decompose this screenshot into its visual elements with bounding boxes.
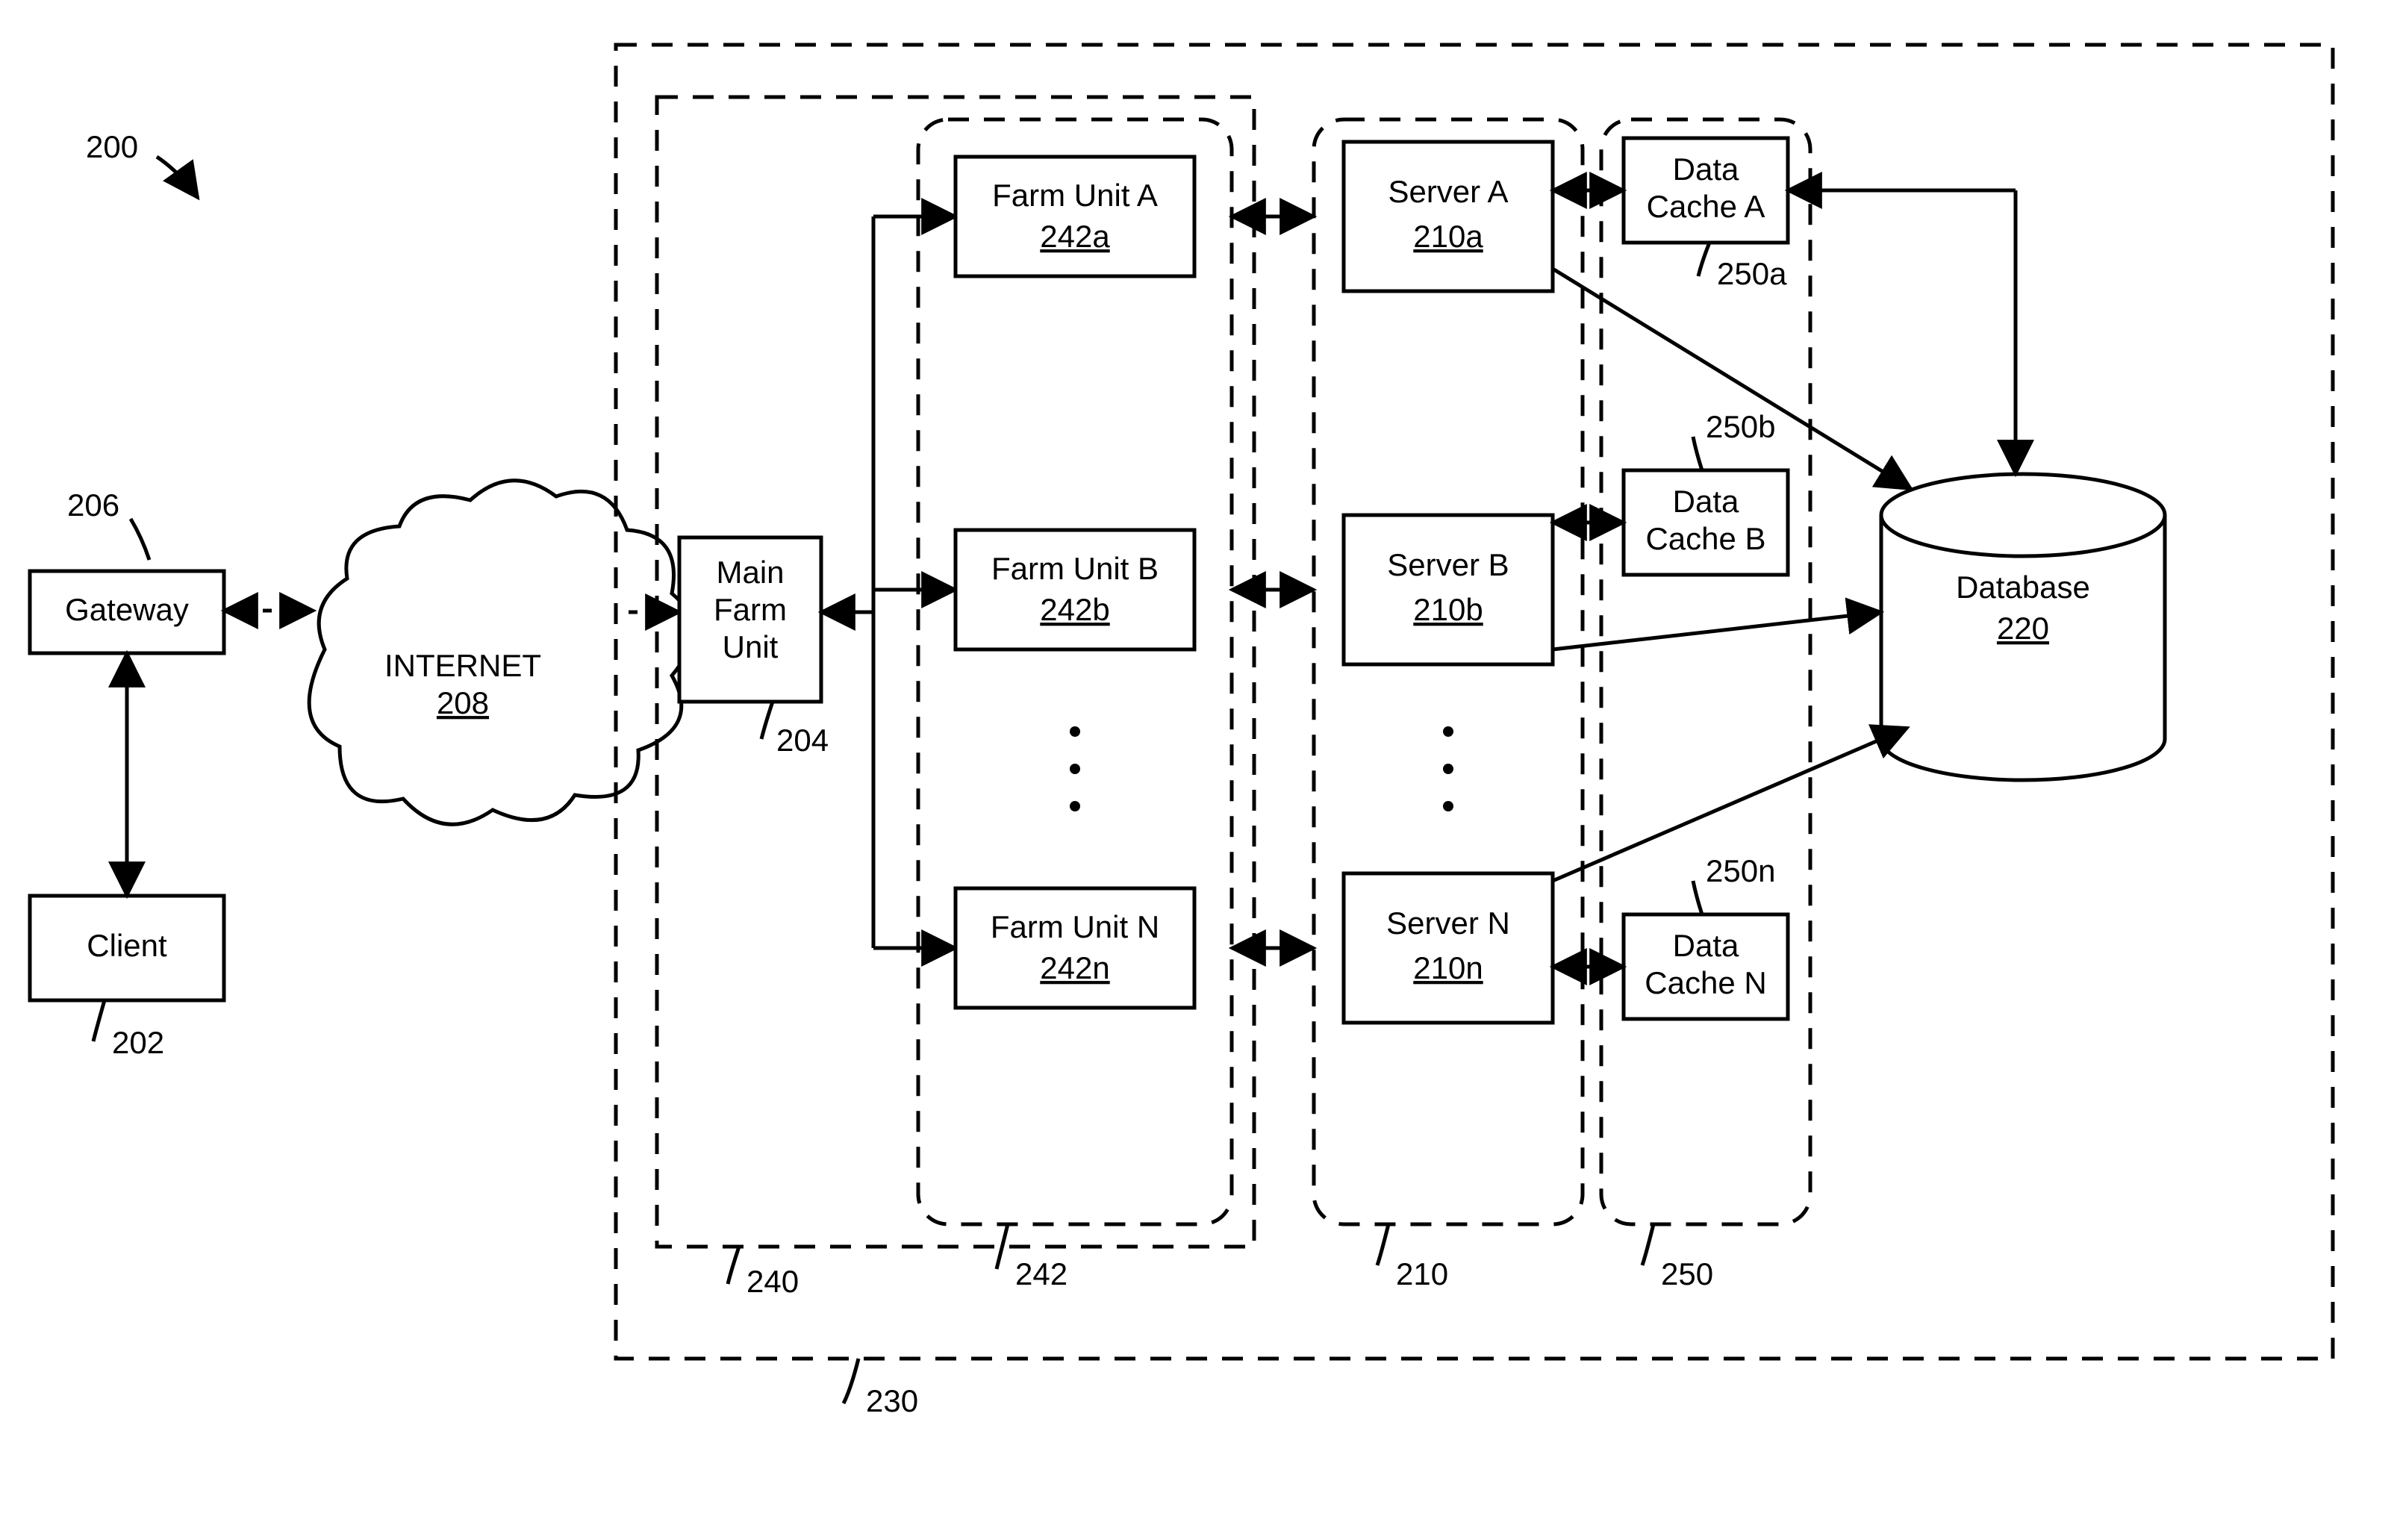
- client-box: Client: [30, 896, 224, 1000]
- svg-text:Data: Data: [1673, 152, 1739, 187]
- gateway-label: Gateway: [65, 592, 189, 627]
- server-a-db-link: [1553, 269, 1911, 489]
- svg-text:Server A: Server A: [1388, 174, 1508, 209]
- ref-230: 230: [844, 1359, 918, 1418]
- ref-250a: 250a: [1698, 243, 1787, 291]
- svg-text:Cache N: Cache N: [1645, 965, 1766, 1000]
- ref-242: 242: [997, 1224, 1067, 1291]
- svg-text:Unit: Unit: [723, 629, 779, 664]
- svg-text:Cache B: Cache B: [1645, 521, 1765, 556]
- mainfarm-distribution: [821, 216, 956, 948]
- ref-250: 250: [1642, 1224, 1713, 1291]
- svg-text:240: 240: [746, 1264, 799, 1299]
- svg-text:242a: 242a: [1040, 219, 1110, 254]
- svg-text:204: 204: [776, 723, 829, 758]
- svg-text:210n: 210n: [1413, 950, 1483, 985]
- ref-210: 210: [1377, 1224, 1448, 1291]
- figure-ref-label: 200: [86, 129, 138, 164]
- internet-cloud: INTERNET 208: [309, 481, 692, 825]
- svg-text:250a: 250a: [1717, 256, 1787, 291]
- svg-text:210b: 210b: [1413, 592, 1483, 627]
- svg-text:250n: 250n: [1706, 853, 1775, 888]
- database-cylinder: Database 220: [1881, 474, 2165, 780]
- svg-text:Server B: Server B: [1387, 547, 1509, 582]
- svg-text:Main: Main: [716, 555, 784, 590]
- ref-206: 206: [67, 487, 149, 560]
- data-cache-b-box: Data Cache B: [1624, 470, 1788, 575]
- ref-202: 202: [93, 1000, 164, 1060]
- svg-text:Farm: Farm: [714, 592, 787, 627]
- gateway-box: Gateway: [30, 571, 224, 653]
- svg-text:Farm Unit B: Farm Unit B: [991, 551, 1159, 586]
- data-cache-a-box: Data Cache A: [1624, 138, 1788, 243]
- ref-240: 240: [728, 1247, 799, 1299]
- ref-250n: 250n: [1693, 853, 1775, 914]
- ref-204: 204: [761, 702, 829, 758]
- svg-text:250b: 250b: [1706, 409, 1775, 444]
- svg-text:242n: 242n: [1040, 950, 1109, 985]
- client-label: Client: [87, 928, 167, 963]
- internet-label: INTERNET: [384, 648, 541, 683]
- svg-text:230: 230: [866, 1383, 918, 1418]
- farm-unit-a-box: Farm Unit A 242a: [956, 157, 1194, 276]
- server-b-box: Server B 210b: [1344, 515, 1553, 664]
- svg-text:Server N: Server N: [1386, 905, 1510, 941]
- farm-ellipsis: [1070, 726, 1080, 811]
- database-ref: 220: [1997, 611, 2049, 646]
- svg-text:Cache A: Cache A: [1647, 189, 1765, 224]
- svg-text:210a: 210a: [1413, 219, 1483, 254]
- svg-text:202: 202: [112, 1025, 164, 1060]
- data-cache-n-box: Data Cache N: [1624, 914, 1788, 1019]
- svg-text:242: 242: [1015, 1256, 1067, 1291]
- figure-ref: 200: [86, 129, 198, 198]
- database-label: Database: [1956, 570, 2090, 605]
- ref-250b: 250b: [1693, 409, 1775, 470]
- server-n-box: Server N 210n: [1344, 873, 1553, 1023]
- server-ellipsis: [1443, 726, 1453, 811]
- svg-text:250: 250: [1661, 1256, 1713, 1291]
- svg-text:210: 210: [1396, 1256, 1448, 1291]
- svg-text:Data: Data: [1673, 928, 1739, 963]
- svg-text:Data: Data: [1673, 484, 1739, 519]
- svg-text:Farm Unit N: Farm Unit N: [991, 909, 1159, 944]
- svg-text:206: 206: [67, 487, 119, 523]
- farm-column-dashed: [918, 119, 1232, 1224]
- svg-text:Farm Unit A: Farm Unit A: [992, 178, 1158, 213]
- svg-text:242b: 242b: [1040, 592, 1109, 627]
- server-a-box: Server A 210a: [1344, 142, 1553, 291]
- farm-unit-n-box: Farm Unit N 242n: [956, 888, 1194, 1008]
- farm-unit-b-box: Farm Unit B 242b: [956, 530, 1194, 649]
- main-farm-unit-box: Main Farm Unit: [679, 537, 821, 702]
- internet-ref: 208: [437, 685, 489, 720]
